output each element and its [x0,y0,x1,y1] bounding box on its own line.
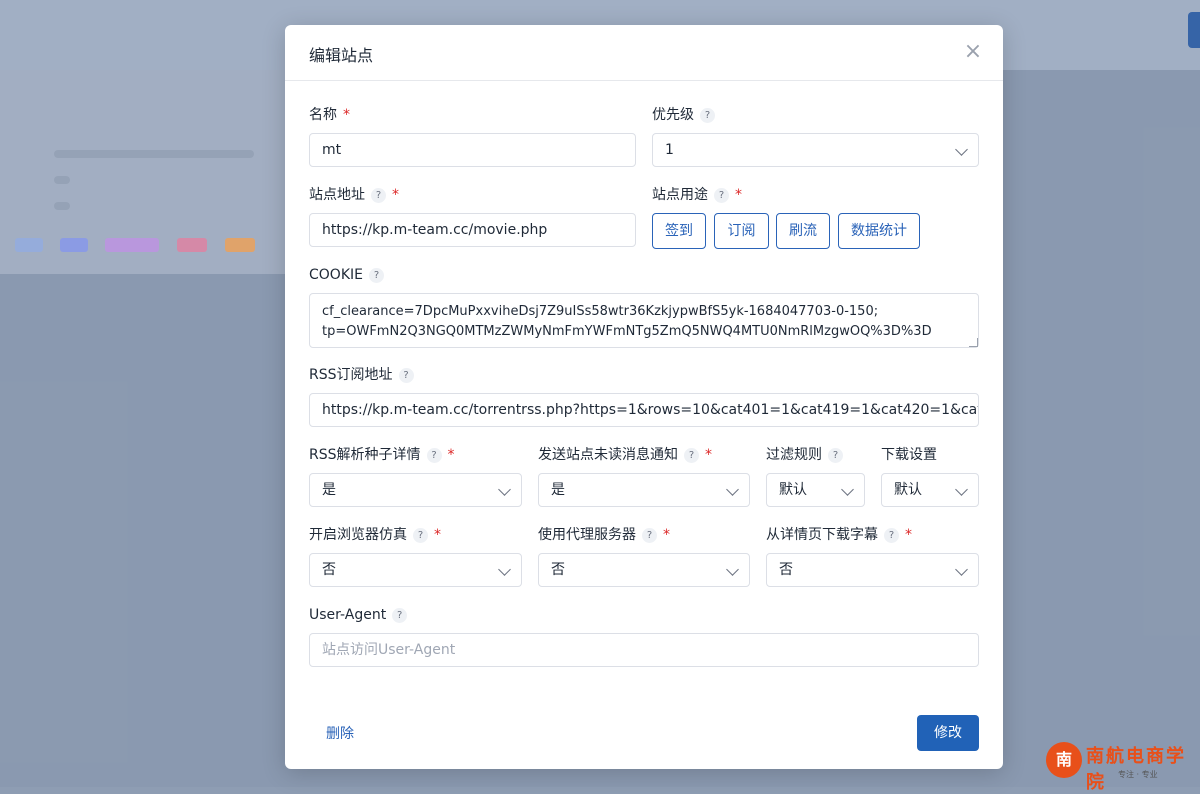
rss-url-input[interactable]: https://kp.m-team.cc/torrentrss.php?http… [309,393,979,427]
rss-url-label: RSS订阅地址? [309,365,414,385]
help-icon[interactable]: ? [368,268,384,283]
send-unread-select[interactable]: 是 [538,473,750,507]
send-unread-label-text: 发送站点未读消息通知 [538,447,678,463]
subtitle-download-label-text: 从详情页下载字幕 [766,527,878,543]
required-mark: * [343,107,350,123]
priority-select[interactable]: 1 [652,133,979,167]
chevron-down-icon [955,483,968,496]
purpose-subscribe-button[interactable]: 订阅 [714,213,769,249]
cookie-label: COOKIE? [309,265,384,285]
help-icon[interactable]: ? [884,528,899,543]
site-url-input[interactable]: https://kp.m-team.cc/movie.php [309,213,636,247]
required-mark: * [434,527,441,543]
help-icon[interactable]: ? [684,448,699,463]
priority-label-text: 优先级 [652,107,694,123]
delete-button[interactable]: 删除 [326,723,354,743]
help-icon[interactable]: ? [700,108,715,123]
user-agent-label: User-Agent? [309,605,408,625]
rss-url-label-text: RSS订阅地址 [309,367,393,383]
user-agent-input[interactable]: 站点访问User-Agent [309,633,979,667]
download-setting-label: 下载设置 [881,445,937,465]
browser-emulation-select[interactable]: 否 [309,553,522,587]
rss-parse-label: RSS解析种子详情? * [309,445,455,465]
site-purpose-label: 站点用途? * [652,185,742,205]
filter-rule-select[interactable]: 默认 [766,473,865,507]
help-icon[interactable]: ? [398,368,414,383]
submit-button[interactable]: 修改 [917,715,979,751]
name-label: 名称 * [309,105,350,125]
priority-value: 1 [665,142,674,158]
download-setting-label-text: 下载设置 [881,447,937,463]
required-mark: * [392,187,399,203]
filter-rule-label: 过滤规则? [766,445,843,465]
purpose-checkin-button[interactable]: 签到 [652,213,706,249]
modal-header: 编辑站点 × [285,25,1003,81]
browser-emulation-value: 否 [322,562,336,578]
proxy-value: 否 [551,562,565,578]
proxy-label-text: 使用代理服务器 [538,527,636,543]
user-agent-label-text: User-Agent [309,607,387,623]
download-setting-select[interactable]: 默认 [881,473,979,507]
browser-emulation-label-text: 开启浏览器仿真 [309,527,407,543]
required-mark: * [905,527,912,543]
modal-title: 编辑站点 [309,46,374,65]
subtitle-download-select[interactable]: 否 [766,553,979,587]
cookie-textarea[interactable]: cf_clearance=7DpcMuPxxviheDsj7Z9uISs58wt… [309,293,979,348]
help-icon[interactable]: ? [828,448,843,463]
resize-grip-icon[interactable] [969,338,978,347]
subtitle-download-value: 否 [779,562,793,578]
help-icon[interactable]: ? [426,448,442,463]
help-icon[interactable]: ? [392,608,408,623]
chevron-down-icon [498,563,511,576]
watermark-logo: 南 [1046,742,1082,778]
filter-rule-value: 默认 [779,482,807,498]
chevron-down-icon [841,483,854,496]
browser-emulation-label: 开启浏览器仿真? * [309,525,441,545]
name-input[interactable]: mt [309,133,636,167]
purpose-statistics-button[interactable]: 数据统计 [838,213,920,249]
site-url-label: 站点地址? * [309,185,399,205]
site-url-label-text: 站点地址 [309,187,365,203]
purpose-brush-button[interactable]: 刷流 [776,213,830,249]
rss-parse-value: 是 [322,482,336,498]
filter-rule-label-text: 过滤规则 [766,447,822,463]
help-icon[interactable]: ? [371,188,386,203]
subtitle-download-label: 从详情页下载字幕? * [766,525,912,545]
cookie-label-text: COOKIE [309,267,363,283]
chevron-down-icon [955,563,968,576]
proxy-label: 使用代理服务器? * [538,525,670,545]
required-mark: * [663,527,670,543]
site-purpose-label-text: 站点用途 [652,187,708,203]
name-label-text: 名称 [309,107,337,123]
required-mark: * [735,187,742,203]
required-mark: * [705,447,712,463]
rss-parse-select[interactable]: 是 [309,473,522,507]
proxy-select[interactable]: 否 [538,553,750,587]
chevron-down-icon [726,483,739,496]
watermark-subtitle: 专注 · 专业 [1118,770,1158,779]
rss-parse-label-text: RSS解析种子详情 [309,447,421,463]
chevron-down-icon [955,143,968,156]
download-setting-value: 默认 [894,482,922,498]
chevron-down-icon [726,563,739,576]
chevron-down-icon [498,483,511,496]
help-icon[interactable]: ? [642,528,657,543]
close-icon[interactable]: × [963,41,983,63]
send-unread-value: 是 [551,482,565,498]
required-mark: * [447,447,455,463]
priority-label: 优先级? [652,105,715,125]
help-icon[interactable]: ? [413,528,428,543]
help-icon[interactable]: ? [714,188,729,203]
watermark-title: 南航电商学院 [1086,746,1186,793]
watermark: 南 南航电商学院 专注 · 专业 [1040,740,1200,793]
send-unread-label: 发送站点未读消息通知? * [538,445,712,465]
edit-site-modal: 编辑站点 × 名称 * mt 优先级? 1 站点地址? * https://kp.m… [285,25,1003,769]
